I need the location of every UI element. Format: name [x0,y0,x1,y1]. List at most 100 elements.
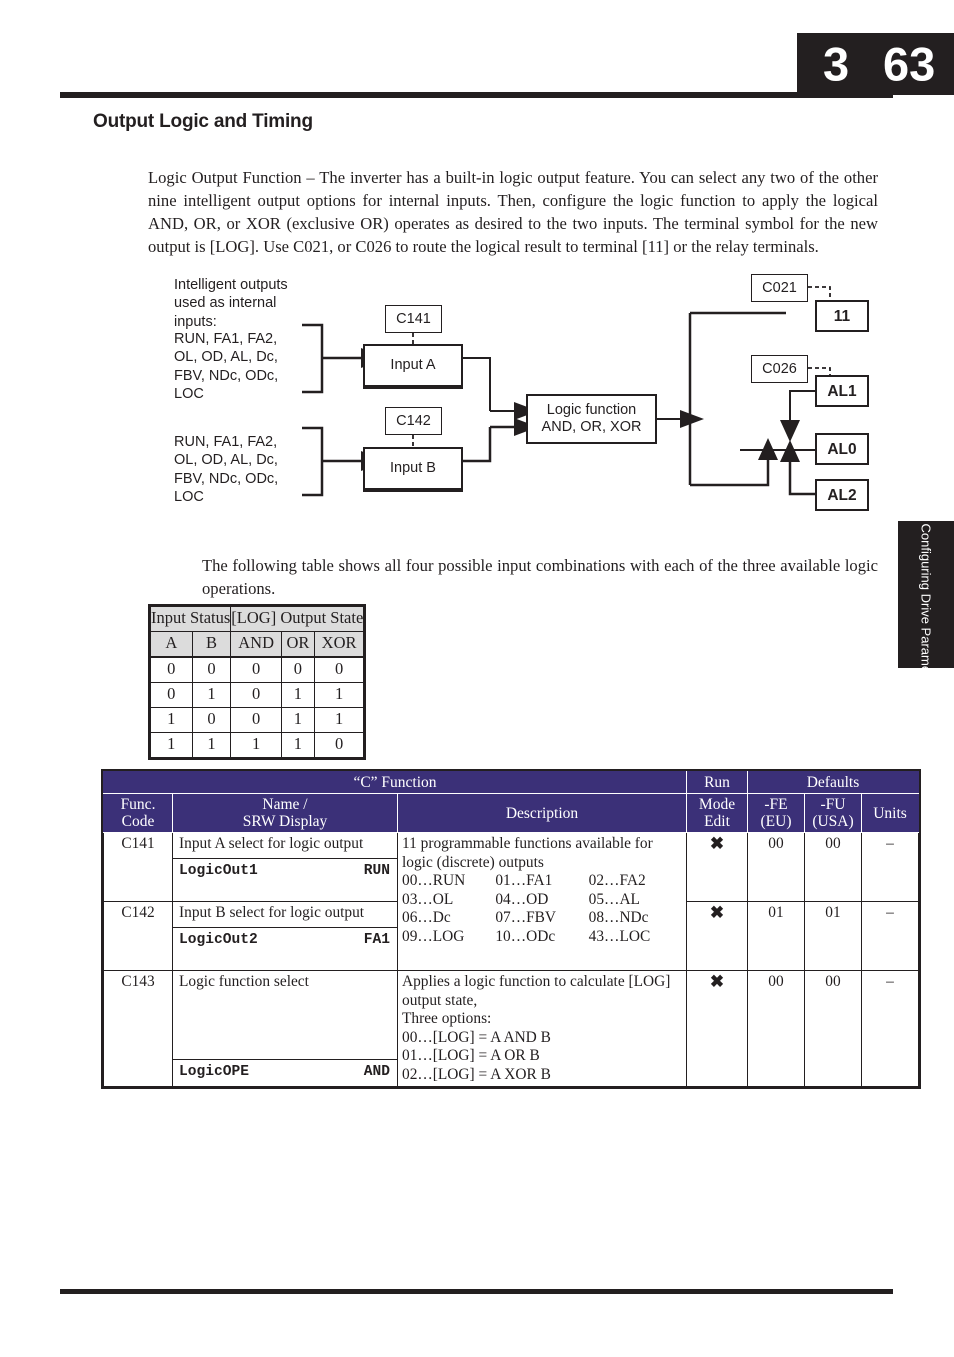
param-func-code: C142 [103,901,173,971]
truth-cell: 0 [150,682,193,708]
diagram-box-input-b: Input B [363,447,463,492]
diagram-caption: Intelligent outputs used as internal inp… [174,277,288,330]
truth-cell: 1 [280,732,315,758]
param-col-description: Description [397,793,687,833]
param-name-text: Logic function select [179,973,309,990]
param-units: – [861,832,919,902]
option-09-log: 09…LOG [402,927,465,945]
param-run-mode-edit: ✖ [686,832,748,902]
truth-cell: 1 [191,732,232,758]
table-row: C141 Input A select for logic output Log… [103,832,919,971]
diagram-param-c141: C141 [385,305,442,333]
chapter-number: 3 [823,37,850,91]
page-title: Output Logic and Timing [93,111,313,132]
header-rule [60,92,893,98]
param-default-fe: 00 [747,970,805,1087]
param-func-code: C143 [103,970,173,1087]
param-srw-value: AND [363,1064,390,1080]
param-srw-label: LogicOPE [179,1064,250,1080]
param-col-func-code: Func. Code [103,793,173,833]
truth-table-col-and: AND [230,631,282,658]
diagram-input-list-b: RUN, FA1, FA2, OL, OD, AL, Dc, FBV, NDc,… [174,434,279,506]
truth-cell: 1 [150,732,193,758]
param-name-cell: Input B select for logic output LogicOut… [172,901,398,971]
option-07-fbv: 07…FBV [495,909,557,926]
param-description-options: 00…RUN 01…FA1 02…FA2 03…OL 04…OD 05…AL 0… [402,872,682,946]
param-description-line2: Three options: [402,1010,492,1027]
param-description-intro: 11 programmable functions available for … [402,835,653,871]
param-name-text: Input A select for logic output [179,835,364,852]
option-00-run: 00…RUN [402,872,466,889]
table-row: C143 Logic function select LogicOPE AND … [103,970,919,1087]
param-description-option-xor: 02…[LOG] = A XOR B [402,1065,551,1083]
param-name-cell: Input A select for logic output LogicOut… [172,832,398,902]
param-default-fu: 00 [804,832,862,902]
side-tab-configuring-drive-parameters: Configuring Drive Parameters [898,521,954,694]
truth-cell: 1 [280,707,315,733]
truth-cell: 1 [150,707,193,733]
truth-table-group-log-output-state: [LOG] Output State [230,606,365,632]
option-06-dc: 06…Dc [402,909,451,926]
param-col-name-srw: Name / SRW Display [172,793,398,833]
truth-table-group-input-status: Input Status [149,606,232,632]
param-col-units: Units [861,793,919,833]
param-description-option-and: 00…[LOG] = A AND B [402,1028,551,1046]
truth-cell: 0 [191,656,232,683]
param-col-fe: -FE (EU) [747,793,805,833]
option-03-ol: 03…OL [402,890,454,908]
c-function-parameter-table: “C” Function Run Defaults Func. Code Nam… [101,769,921,1089]
truth-table-group-header-row: Input Status [LOG] Output State [149,606,365,632]
footer-rule [60,1289,893,1294]
table-intro-paragraph: The following table shows all four possi… [202,555,878,598]
truth-cell: 0 [150,656,193,683]
truth-table-col-b: B [191,631,232,658]
param-units: – [861,901,919,971]
param-units: – [861,970,919,1087]
param-default-fe: 01 [747,901,805,971]
param-default-fu: 01 [804,901,862,971]
param-description-line1: Applies a logic function to calculate [L… [402,973,671,1009]
intro-paragraph: Logic Output Function – The inverter has… [148,167,878,257]
truth-cell: 0 [230,682,282,708]
logic-truth-table: Input Status [LOG] Output State A B AND … [148,604,367,760]
truth-cell: 1 [191,682,232,708]
truth-cell: 1 [313,682,365,708]
truth-cell: 0 [313,656,365,683]
param-default-fe: 00 [747,832,805,902]
table-row: 0 1 0 1 1 [150,682,365,708]
param-default-fu: 00 [804,970,862,1087]
param-table-group-header-row: “C” Function Run Defaults [103,771,919,794]
diagram-input-list-a: RUN, FA1, FA2, OL, OD, AL, Dc, FBV, NDc,… [174,331,279,403]
param-srw-display: LogicOut1 RUN [173,857,397,884]
option-04-od: 04…OD [495,890,549,908]
truth-cell: 1 [280,682,315,708]
param-description-c143: Applies a logic function to calculate [L… [397,970,687,1087]
truth-table-col-or: OR [280,631,315,658]
truth-cell: 1 [230,732,282,758]
param-group-run: Run [686,771,748,794]
truth-table-column-header-row: A B AND OR XOR [150,631,365,658]
page-number: 63 [883,37,936,91]
param-func-code: C141 [103,832,173,902]
option-02-fa2: 02…FA2 [588,872,646,889]
param-description-option-or: 01…[LOG] = A OR B [402,1047,540,1064]
param-group-c-function: “C” Function [103,771,687,794]
option-01-fa1: 01…FA1 [495,872,553,889]
diagram-terminal-al0: AL0 [815,433,869,465]
diagram-terminal-al1: AL1 [815,375,869,407]
option-10-odc: 10…ODc [495,927,556,945]
param-col-mode-edit: Mode Edit [686,793,748,833]
truth-cell: 0 [230,656,282,683]
truth-cell: 0 [280,656,315,683]
param-srw-display: LogicOPE AND [173,1059,397,1085]
param-srw-label: LogicOut1 [179,862,258,879]
param-col-fu: -FU (USA) [804,793,862,833]
param-run-mode-edit: ✖ [686,901,748,971]
cross-icon: ✖ [709,972,725,991]
table-row: 1 1 1 1 0 [150,732,365,758]
param-srw-value: FA1 [363,931,390,948]
truth-cell: 1 [313,707,365,733]
param-table-column-header-row: Func. Code Name / SRW Display Descriptio… [103,793,919,833]
truth-table-col-xor: XOR [313,631,365,658]
diagram-box-logic-function: Logic function AND, OR, XOR [526,394,657,444]
